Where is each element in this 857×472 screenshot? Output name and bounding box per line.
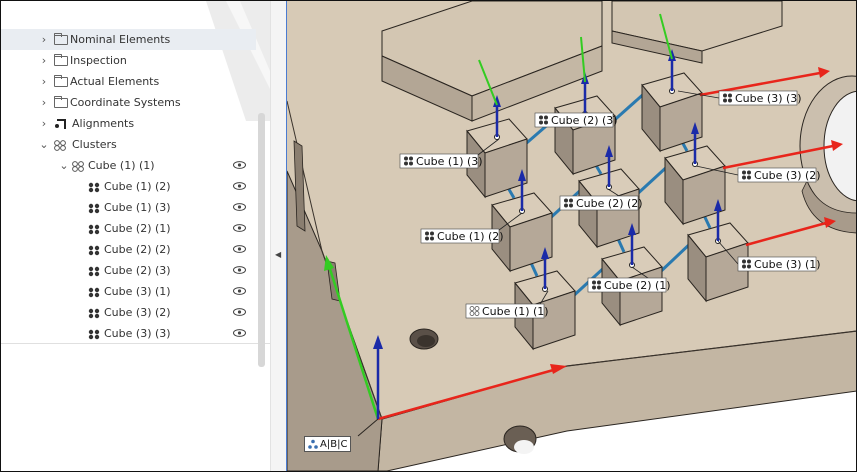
- visibility-eye-icon[interactable]: [233, 245, 246, 253]
- folder-icon: [54, 32, 68, 45]
- cube-element-icon: [88, 182, 100, 192]
- tree-item-clusters[interactable]: ⌄ Clusters: [1, 134, 256, 155]
- model-scene[interactable]: Cube (3) (3) Cube (2) (3) Cube (1) (3) Cube…: [287, 1, 857, 471]
- alignment-icon: [55, 118, 66, 129]
- visibility-eye-icon[interactable]: [233, 224, 246, 232]
- chevron-down-icon[interactable]: ⌄: [39, 138, 49, 151]
- cube-element-icon: [88, 287, 100, 297]
- panel-splitter[interactable]: [270, 1, 287, 471]
- visibility-eye-icon[interactable]: [233, 329, 246, 337]
- visibility-eye-icon[interactable]: [233, 161, 246, 169]
- cube-element-icon: [88, 203, 100, 213]
- clusters-icon: [54, 139, 66, 151]
- cube-element-icon: [88, 245, 100, 255]
- tree-scrollbar[interactable]: [258, 113, 265, 367]
- tree-item-cube[interactable]: Cube (1) (2): [1, 176, 256, 197]
- tree-item-nominal-elements[interactable]: › Nominal Elements: [1, 29, 256, 50]
- tree-item-cluster-group[interactable]: ⌄ Cube (1) (1): [1, 155, 256, 176]
- cube-label-text: Cube (1) (3): [416, 155, 483, 168]
- visibility-eye-icon[interactable]: [233, 308, 246, 316]
- element-tree-panel: › Nominal Elements › Inspection › Actual…: [1, 1, 270, 471]
- tree-item-label: Actual Elements: [70, 75, 160, 88]
- tree-item-label: Cube (1) (2): [104, 180, 171, 193]
- chevron-right-icon[interactable]: ›: [39, 117, 49, 130]
- coordinate-system-label[interactable]: A|B|C: [304, 436, 352, 452]
- tree-item-actual-elements[interactable]: › Actual Elements: [1, 71, 256, 92]
- folder-icon: [54, 95, 68, 108]
- app-window: › Nominal Elements › Inspection › Actual…: [0, 0, 857, 472]
- cube-label-text: Cube (2) (3): [551, 114, 618, 127]
- visibility-eye-icon[interactable]: [233, 287, 246, 295]
- cluster-icon: [72, 160, 84, 172]
- chevron-right-icon[interactable]: ›: [39, 75, 49, 88]
- collapse-panel-icon[interactable]: ◀: [275, 250, 281, 259]
- tree-item-cube[interactable]: Cube (1) (3): [1, 197, 256, 218]
- tree-item-label: Alignments: [72, 117, 135, 130]
- cube-element-icon: [88, 308, 100, 318]
- coordinate-system-icon: [308, 439, 318, 449]
- 3d-viewport[interactable]: Cube (3) (3) Cube (2) (3) Cube (1) (3) Cube…: [286, 1, 857, 471]
- cube-label-text: Cube (1) (1): [482, 305, 549, 318]
- panel-divider: [1, 343, 270, 344]
- tree-item-label: Inspection: [70, 54, 127, 67]
- folder-icon: [54, 74, 68, 87]
- cube-label-text: Cube (3) (3): [735, 92, 802, 105]
- visibility-eye-icon[interactable]: [233, 182, 246, 190]
- tree-item-alignments[interactable]: › Alignments: [1, 113, 256, 134]
- tree-item-cube[interactable]: Cube (2) (2): [1, 239, 256, 260]
- folder-icon: [54, 53, 68, 66]
- chevron-down-icon[interactable]: ⌄: [59, 159, 69, 172]
- tree-item-label: Cube (3) (2): [104, 306, 171, 319]
- tree-item-cube[interactable]: Cube (3) (1): [1, 281, 256, 302]
- tree-item-label: Nominal Elements: [70, 33, 171, 46]
- coordinate-system-name: A|B|C: [320, 438, 348, 450]
- cube-label-text: Cube (1) (2): [437, 230, 504, 243]
- cube-label-text: Cube (2) (1): [604, 279, 671, 292]
- visibility-eye-icon[interactable]: [233, 266, 246, 274]
- cube-label-text: Cube (2) (2): [576, 197, 643, 210]
- tree-item-label: Cube (2) (3): [104, 264, 171, 277]
- cube-element-icon: [88, 266, 100, 276]
- tree-item-label: Cube (1) (1): [88, 159, 155, 172]
- tree-item-label: Cube (3) (1): [104, 285, 171, 298]
- tree-item-label: Cube (3) (3): [104, 327, 171, 340]
- chevron-right-icon[interactable]: ›: [39, 96, 49, 109]
- tree-item-cube[interactable]: Cube (3) (2): [1, 302, 256, 323]
- cube-element-icon: [88, 329, 100, 339]
- tree-item-cube[interactable]: Cube (3) (3): [1, 323, 256, 344]
- tree-item-coordinate-systems[interactable]: › Coordinate Systems: [1, 92, 256, 113]
- tree-item-cube[interactable]: Cube (2) (1): [1, 218, 256, 239]
- tree-item-label: Clusters: [72, 138, 117, 151]
- cube-label-c23[interactable]: Cube (2) (3): [534, 112, 618, 128]
- tree-item-label: Coordinate Systems: [70, 96, 181, 109]
- tree-item-cube[interactable]: Cube (2) (3): [1, 260, 256, 281]
- tree-item-label: Cube (1) (3): [104, 201, 171, 214]
- tree-item-label: Cube (2) (2): [104, 243, 171, 256]
- tree-item-inspection[interactable]: › Inspection: [1, 50, 256, 71]
- chevron-right-icon[interactable]: ›: [39, 33, 49, 46]
- visibility-eye-icon[interactable]: [233, 203, 246, 211]
- cube-element-icon: [88, 224, 100, 234]
- cube-label-text: Cube (3) (1): [754, 258, 821, 271]
- chevron-right-icon[interactable]: ›: [39, 54, 49, 67]
- cube-label-text: Cube (3) (2): [754, 169, 821, 182]
- tree-item-label: Cube (2) (1): [104, 222, 171, 235]
